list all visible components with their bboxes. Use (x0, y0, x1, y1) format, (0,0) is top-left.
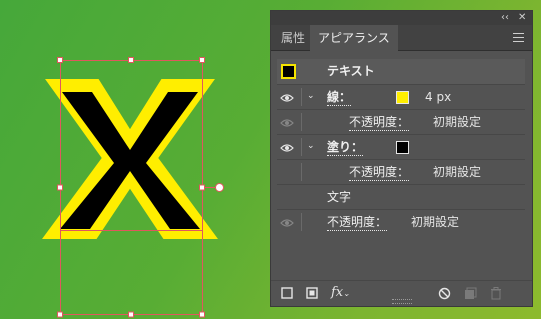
fill-opacity-value: 初期設定 (433, 165, 482, 179)
hamburger-menu-icon[interactable] (513, 33, 524, 45)
handle-middle-right (199, 184, 205, 191)
collapse-panel-button[interactable]: ‹‹ (501, 12, 509, 24)
fill-opacity-label[interactable]: 不透明度： (349, 164, 410, 181)
stroke-opacity-row[interactable]: 不透明度： 初期設定 (277, 109, 525, 134)
chevron-down-icon[interactable]: ⌄ (307, 141, 315, 151)
handle-bottom-center (128, 311, 134, 318)
eye-icon[interactable] (280, 217, 294, 231)
fx-icon: fx (331, 285, 344, 300)
opacity-label[interactable]: 不透明度： (327, 214, 388, 231)
handle-top-left (57, 57, 63, 63)
canvas-artwork[interactable] (0, 0, 270, 319)
eye-icon[interactable] (280, 92, 294, 106)
object-thumbnail (281, 64, 296, 79)
eye-icon[interactable] (280, 117, 294, 131)
fill-opacity-row[interactable]: 不透明度： 初期設定 (277, 159, 525, 184)
fill-label[interactable]: 塗り： (327, 139, 364, 156)
dropdown-arrow-icon: ⌄ (343, 289, 350, 298)
tab-attributes[interactable]: 属性 (273, 25, 313, 51)
characters-label[interactable]: 文字 (327, 189, 351, 205)
panel-tabs: 属性 アピアランス (271, 25, 532, 52)
handle-middle-left (57, 184, 63, 191)
tab-appearance[interactable]: アピアランス (310, 25, 398, 52)
handle-bottom-right (199, 311, 205, 318)
add-new-stroke-icon[interactable] (281, 287, 293, 302)
fill-row[interactable]: ⌄ 塗り： (277, 134, 525, 159)
stroke-row[interactable]: ⌄ 線： 4 px (277, 84, 525, 109)
stroke-color-swatch[interactable] (396, 91, 409, 104)
fill-color-swatch[interactable] (396, 141, 409, 154)
handle-top-right (199, 57, 205, 63)
column-divider (301, 163, 302, 181)
characters-row[interactable]: 文字 (277, 184, 525, 209)
type-out-port-handle (215, 183, 224, 192)
handle-top-center (128, 57, 134, 63)
column-divider (301, 88, 302, 106)
duplicate-item-icon (464, 287, 477, 303)
chevron-down-icon[interactable]: ⌄ (307, 91, 315, 101)
stroke-opacity-label[interactable]: 不透明度： (349, 114, 410, 131)
stroke-label[interactable]: 線： (327, 89, 352, 106)
add-new-fill-icon[interactable] (306, 287, 318, 302)
object-type-label: テキスト (327, 64, 375, 78)
column-divider (301, 213, 302, 231)
panel-resize-grip[interactable] (392, 299, 412, 304)
eye-icon[interactable] (280, 142, 294, 156)
add-effect-button[interactable]: fx⌄ (331, 285, 350, 300)
appearance-list: テキスト ⌄ 線： 4 px 不透明度： 初期設定 ⌄ 塗り： 不透明度： 初期… (277, 59, 525, 234)
clear-appearance-icon[interactable] (438, 287, 451, 303)
close-panel-button[interactable]: ✕ (518, 12, 526, 24)
opacity-value: 初期設定 (411, 215, 460, 229)
appearance-panel: ‹‹ ✕ 属性 アピアランス テキスト ⌄ 線： 4 px 不透明度： 初期設定… (270, 10, 533, 307)
stroke-opacity-value: 初期設定 (433, 115, 482, 129)
panel-footer: fx⌄ (271, 280, 532, 306)
panel-titlebar: ‹‹ ✕ (271, 11, 532, 25)
trash-icon (490, 287, 502, 303)
object-row[interactable]: テキスト (277, 59, 525, 84)
stroke-weight-value[interactable]: 4 px (425, 89, 451, 105)
column-divider (301, 138, 302, 156)
handle-bottom-left (57, 311, 63, 318)
column-divider (301, 113, 302, 131)
opacity-row[interactable]: 不透明度： 初期設定 (277, 209, 525, 234)
text-object-x[interactable] (42, 79, 218, 239)
